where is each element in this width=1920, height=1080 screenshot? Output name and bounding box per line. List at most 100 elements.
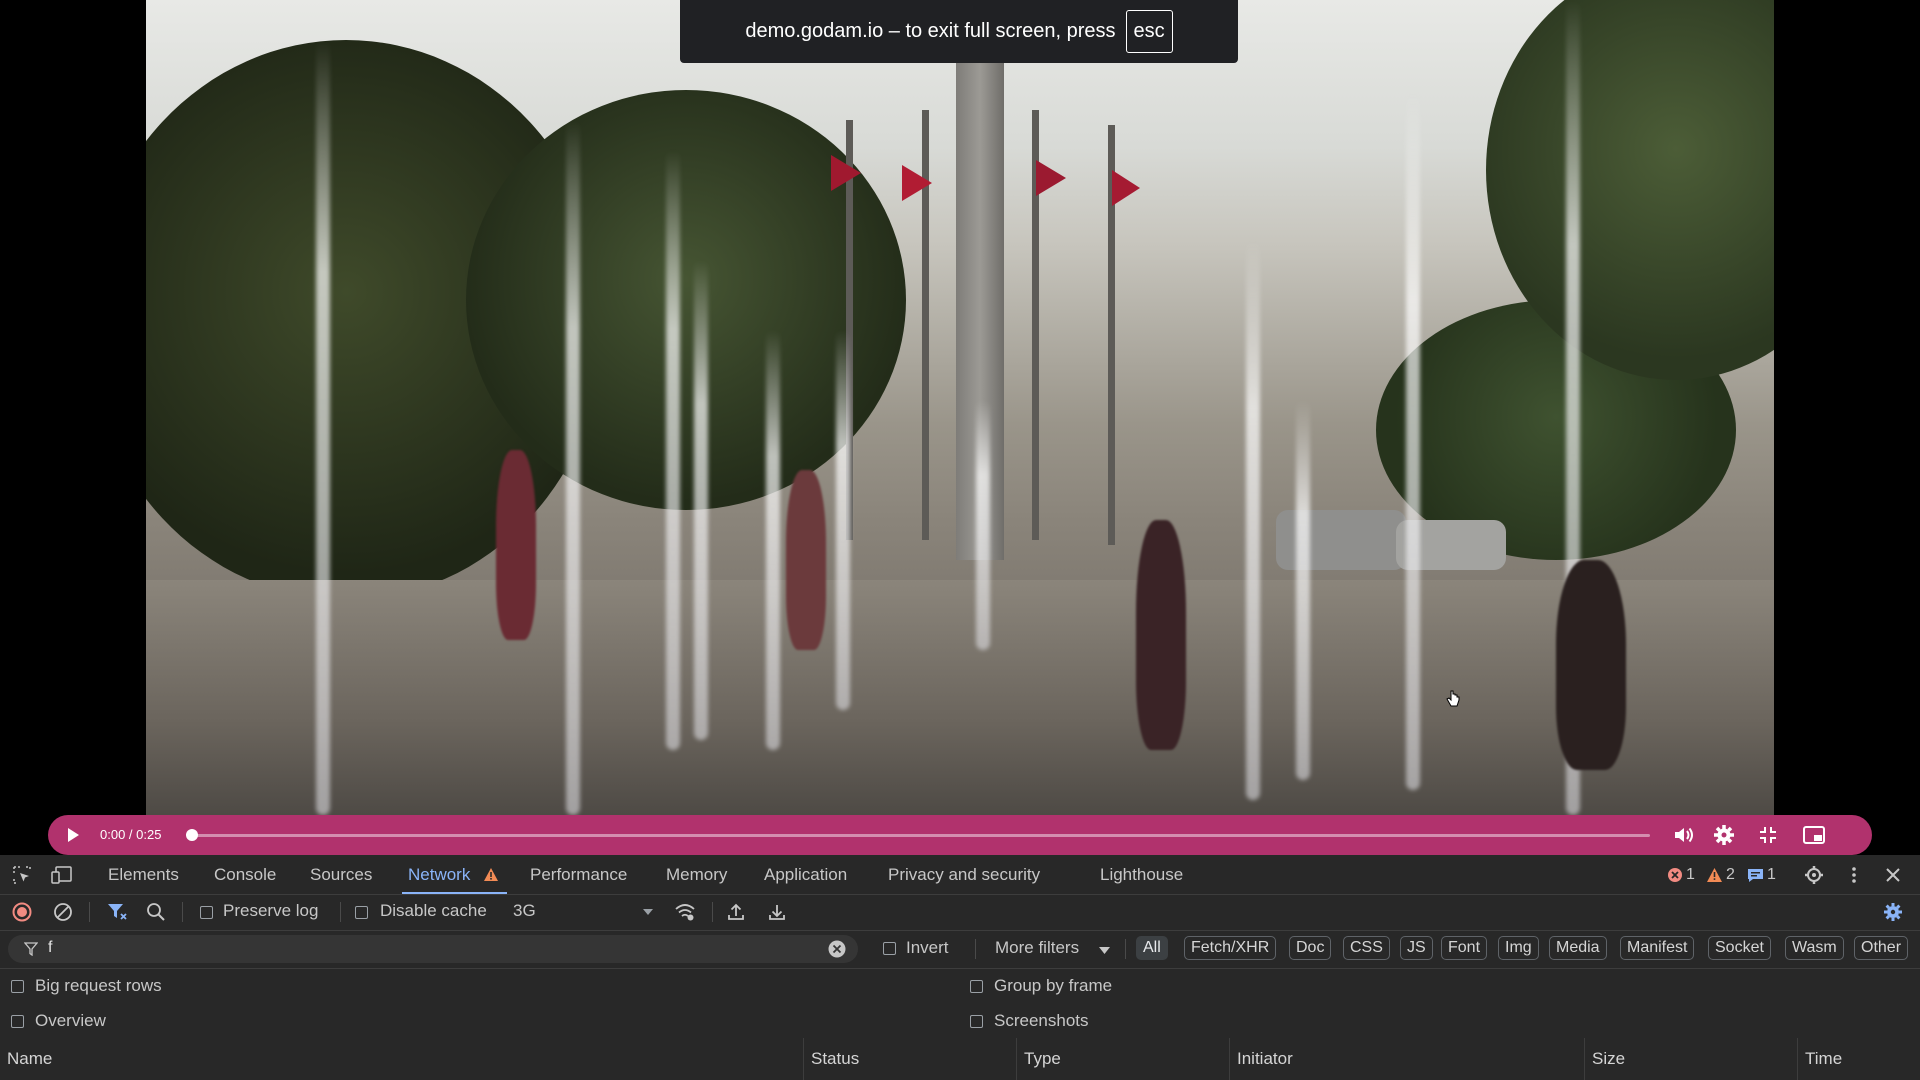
tab-performance[interactable]: Performance (530, 855, 627, 894)
seek-handle[interactable] (186, 829, 198, 841)
scene-child (1556, 560, 1626, 770)
fullscreen-exit-notice: demo.godam.io – to exit full screen, pre… (680, 0, 1238, 63)
gear-icon (1884, 903, 1902, 921)
warning-counter[interactable]: 2 (1706, 855, 1735, 894)
import-har-button[interactable] (725, 901, 747, 923)
scene-flag (831, 155, 861, 191)
type-filter-socket[interactable]: Socket (1708, 936, 1771, 960)
devtools-settings-button[interactable] (1803, 864, 1825, 886)
disable-cache-checkbox[interactable] (355, 906, 368, 919)
error-counter[interactable]: 1 (1667, 855, 1695, 894)
overview-checkbox[interactable] (11, 1015, 24, 1028)
throttling-select[interactable]: 3G (505, 898, 655, 926)
clear-button[interactable] (52, 901, 74, 923)
device-toggle-icon (51, 866, 72, 884)
invert-checkbox[interactable] (883, 942, 896, 955)
column-header-time[interactable]: Time (1798, 1038, 1920, 1080)
tab-network[interactable]: Network (402, 855, 507, 894)
search-button[interactable] (145, 901, 167, 923)
settings-icon (1714, 825, 1734, 845)
disable-cache-label[interactable]: Disable cache (380, 901, 487, 921)
video-viewport[interactable]: demo.godam.io – to exit full screen, pre… (0, 0, 1920, 855)
more-options-button[interactable] (1843, 864, 1865, 886)
devtools-panel: Elements Console Sources Network Perform… (0, 855, 1920, 1080)
group-by-frame-label[interactable]: Group by frame (994, 976, 1112, 996)
column-header-size[interactable]: Size (1585, 1038, 1798, 1080)
volume-button[interactable] (1670, 815, 1698, 855)
record-button[interactable] (11, 901, 33, 923)
seek-bar[interactable] (190, 834, 1650, 837)
close-devtools-button[interactable] (1882, 864, 1904, 886)
scene-child (496, 450, 536, 640)
type-filter-font[interactable]: Font (1441, 936, 1488, 960)
record-icon (12, 902, 32, 922)
play-button[interactable] (62, 815, 84, 855)
column-header-initiator[interactable]: Initiator (1230, 1038, 1585, 1080)
clear-filter-icon[interactable] (828, 940, 846, 958)
type-filter-doc[interactable]: Doc (1289, 936, 1332, 960)
filter-input[interactable]: f (8, 935, 858, 963)
screenshots-label[interactable]: Screenshots (994, 1011, 1089, 1031)
preserve-log-label[interactable]: Preserve log (223, 901, 318, 921)
screenshots-checkbox[interactable] (970, 1015, 983, 1028)
filter-toggle-button[interactable] (106, 901, 128, 923)
tab-application[interactable]: Application (764, 855, 847, 894)
group-by-frame-checkbox[interactable] (970, 980, 983, 993)
type-filter-wasm[interactable]: Wasm (1785, 936, 1844, 960)
tab-sources[interactable]: Sources (310, 855, 372, 894)
filter-divider (975, 939, 976, 959)
type-filter-other[interactable]: Other (1854, 936, 1909, 960)
chevron-down-icon (1099, 947, 1110, 954)
inspect-element-button[interactable] (11, 864, 33, 886)
type-filter-manifest[interactable]: Manifest (1620, 936, 1695, 960)
network-conditions-button[interactable] (674, 901, 696, 923)
tab-memory[interactable]: Memory (666, 855, 727, 894)
column-header-name[interactable]: Name (0, 1038, 804, 1080)
video-player-controls[interactable]: 0:00 / 0:25 (48, 815, 1872, 855)
tab-network-label: Network (408, 865, 471, 884)
type-filter-fetch-xhr[interactable]: Fetch/XHR (1184, 936, 1277, 960)
tab-elements[interactable]: Elements (108, 855, 179, 894)
overview-label[interactable]: Overview (35, 1011, 106, 1031)
exit-fullscreen-button[interactable] (1754, 815, 1782, 855)
big-request-rows-label[interactable]: Big request rows (35, 976, 162, 996)
scene-flag (1112, 170, 1140, 206)
network-settings-button[interactable] (1882, 901, 1904, 923)
more-filters-label: More filters (995, 938, 1080, 957)
hand-cursor-icon (1446, 690, 1460, 707)
volume-icon (1675, 827, 1693, 843)
scene-child (1136, 520, 1186, 750)
settings-button[interactable] (1710, 815, 1738, 855)
type-filter-css[interactable]: CSS (1343, 936, 1390, 960)
type-filter-img[interactable]: Img (1498, 936, 1539, 960)
scene-water-jet (1406, 90, 1420, 790)
type-filter-js[interactable]: JS (1400, 936, 1433, 960)
invert-label[interactable]: Invert (906, 938, 949, 958)
preserve-log-checkbox[interactable] (200, 906, 213, 919)
filter-icon (24, 942, 38, 956)
export-har-button[interactable] (766, 901, 788, 923)
column-header-status[interactable]: Status (804, 1038, 1017, 1080)
more-filters-dropdown[interactable]: More filters (995, 934, 1113, 964)
column-header-type[interactable]: Type (1017, 1038, 1230, 1080)
upload-icon (728, 903, 744, 920)
scene-water-jet (1296, 400, 1310, 780)
devtools-tab-bar: Elements Console Sources Network Perform… (0, 855, 1920, 895)
fullscreen-notice-text: demo.godam.io – to exit full screen, pre… (745, 20, 1116, 42)
scene-water-jet (566, 120, 580, 815)
type-filter-all[interactable]: All (1136, 936, 1168, 960)
device-toolbar-button[interactable] (51, 864, 73, 886)
message-counter[interactable]: 1 (1747, 855, 1776, 894)
scene-water-jet (1246, 240, 1260, 800)
scene-water-jet (976, 400, 990, 650)
tab-lighthouse[interactable]: Lighthouse (1100, 855, 1183, 894)
video-frame[interactable] (146, 0, 1774, 815)
big-request-rows-checkbox[interactable] (11, 980, 24, 993)
more-vertical-icon (1852, 867, 1856, 883)
scene-flag (1036, 160, 1066, 196)
tab-privacy-and-security[interactable]: Privacy and security (888, 855, 1040, 894)
search-icon (147, 903, 165, 921)
picture-in-picture-button[interactable] (1800, 815, 1828, 855)
tab-console[interactable]: Console (214, 855, 276, 894)
type-filter-media[interactable]: Media (1549, 936, 1607, 960)
